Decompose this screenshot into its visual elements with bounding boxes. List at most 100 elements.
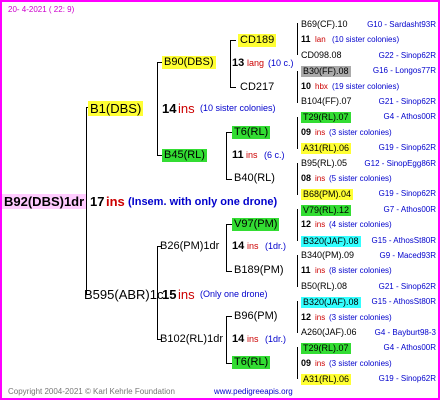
gen4-count: 12 xyxy=(301,219,312,230)
gen4-origin: G21 - Sinop62R xyxy=(378,281,436,291)
gen4-queen[interactable]: B104(FF).07 xyxy=(301,97,352,106)
gen3-queen[interactable]: CD189 xyxy=(238,34,277,47)
gen4-queen[interactable]: T29(RL).07 xyxy=(301,112,351,124)
gen4-origin: G15 - AthosSt80R xyxy=(371,297,436,307)
connector xyxy=(297,117,298,149)
connector xyxy=(297,71,298,103)
gen3-queen[interactable]: T6(RL) xyxy=(232,356,271,369)
gen2-queen[interactable]: B45(RL) xyxy=(162,149,207,162)
gen2-note: (1dr.) xyxy=(265,334,287,344)
connector xyxy=(226,132,227,179)
gen4-queen[interactable]: A31(RL).06 xyxy=(301,143,352,155)
gen4-note: (8 sister colonies) xyxy=(329,266,392,276)
connector xyxy=(226,271,232,272)
gen1-queen[interactable]: B595(ABR)1c xyxy=(84,288,163,301)
date-header: 20- 4-2021 ( 22: 9) xyxy=(8,5,75,14)
gen4-origin: G4 - Athos00R xyxy=(383,343,436,353)
gen4-queen[interactable]: A31(RL).06 xyxy=(301,374,352,386)
gen4-queen[interactable]: B320(JAF).08 xyxy=(301,297,361,309)
gen2-note: (6 c.) xyxy=(264,150,285,160)
gen3-queen[interactable]: CD217 xyxy=(240,82,274,93)
gen3-queen[interactable]: B40(RL) xyxy=(234,173,275,184)
gen4-origin: G22 - Sinop62R xyxy=(378,50,436,60)
gen2-queen[interactable]: B90(DBS) xyxy=(162,56,216,69)
connector xyxy=(157,62,158,155)
connector xyxy=(226,179,232,180)
gen4-origin: G16 - Longos77R xyxy=(372,66,436,76)
gen4-count: 09 xyxy=(301,357,312,368)
gen2-queen[interactable]: B26(PM)1dr xyxy=(160,241,219,252)
gen4-note: (3 sister colonies) xyxy=(329,358,392,368)
gen4-ins: ins xyxy=(315,127,326,137)
gen4-origin: G21 - Sinop62R xyxy=(378,97,436,106)
gen4-ins: ins xyxy=(315,358,326,368)
gen4-origin: G19 - Sinop62R xyxy=(378,189,436,199)
gen4-ins: ins xyxy=(315,312,326,322)
connector xyxy=(226,224,227,271)
connector xyxy=(297,255,298,287)
connector xyxy=(297,347,298,379)
connector xyxy=(226,316,232,317)
gen4-origin: G7 - Athos00R xyxy=(383,204,436,214)
gen4-queen[interactable]: CD098.08 xyxy=(301,50,342,60)
root-queen[interactable]: B92(DBS)1dr xyxy=(2,194,87,209)
gen4-ins: lan xyxy=(315,35,326,45)
gen2-count: 11 xyxy=(232,149,244,161)
connector xyxy=(230,40,236,41)
gen3-queen[interactable]: V97(PM) xyxy=(232,218,280,231)
gen2-ins: ins xyxy=(247,241,259,251)
connector xyxy=(226,316,227,363)
gen4-queen[interactable]: T29(RL).07 xyxy=(301,343,351,355)
gen1-count: 15 xyxy=(162,287,177,302)
gen2-ins: lang xyxy=(247,58,265,68)
connector xyxy=(297,163,298,195)
gen4-ins: ins xyxy=(315,174,326,183)
gen3-queen[interactable]: T6(RL) xyxy=(232,126,271,139)
gen2-count: 13 xyxy=(232,57,245,69)
gen4-count: 11 xyxy=(301,265,311,276)
gen4-ins: ins xyxy=(315,266,326,276)
gen4-origin: G4 - Athos00R xyxy=(383,112,436,122)
gen4-origin: G19 - Sinop62R xyxy=(378,374,436,384)
copyright: Copyright 2004-2021 © Karl Kehrle Founda… xyxy=(8,387,175,396)
connector xyxy=(230,40,231,87)
site-link[interactable]: www.pedigreeapis.org xyxy=(214,388,293,396)
gen1-queen[interactable]: B1(DBS) xyxy=(88,101,144,116)
root-ins: ins xyxy=(106,194,125,209)
gen4-count: 10 xyxy=(301,80,312,91)
gen3-queen[interactable]: B96(PM) xyxy=(234,311,277,322)
gen4-queen[interactable]: B340(PM).09 xyxy=(301,251,354,260)
gen1-note: (Only one drone) xyxy=(200,289,268,299)
gen4-note: (3 sister colonies) xyxy=(329,312,392,322)
gen4-origin: G9 - Maced93R xyxy=(379,251,436,260)
gen2-count: 14 xyxy=(232,333,245,345)
gen4-origin: G10 - Sardasht93R xyxy=(367,20,436,29)
gen1-ins: ins xyxy=(178,101,195,116)
gen2-count: 14 xyxy=(232,240,245,252)
gen2-queen[interactable]: B102(RL)1dr xyxy=(160,334,223,345)
gen4-note: (3 sister colonies) xyxy=(329,127,392,137)
gen4-note: (5 sister colonies) xyxy=(329,174,392,183)
gen4-queen[interactable]: B320(JAF).08 xyxy=(301,235,361,247)
gen4-queen[interactable]: B50(RL).08 xyxy=(301,281,347,291)
gen1-note: (10 sister colonies) xyxy=(200,103,276,113)
connector xyxy=(297,23,298,55)
gen4-queen[interactable]: B68(PM).04 xyxy=(301,189,354,201)
gen4-queen[interactable]: B69(CF).10 xyxy=(301,20,348,29)
gen4-queen[interactable]: V79(RL).12 xyxy=(301,204,352,216)
root-count: 17 xyxy=(90,194,105,209)
gen4-count: 08 xyxy=(301,173,312,183)
gen4-origin: G4 - Bayburt98-3 xyxy=(374,328,436,337)
gen4-queen[interactable]: B95(RL).05 xyxy=(301,158,347,168)
gen3-queen[interactable]: B189(PM) xyxy=(234,265,284,276)
gen4-origin: G15 - AthosSt80R xyxy=(371,235,436,245)
gen4-ins: ins xyxy=(315,220,326,230)
connector xyxy=(297,301,298,333)
connector xyxy=(230,87,236,88)
gen4-note: (4 sister colonies) xyxy=(329,220,392,230)
gen4-queen[interactable]: B30(FF).08 xyxy=(301,66,351,78)
gen4-count: 11 xyxy=(301,34,311,45)
gen2-note: (10 c.) xyxy=(268,58,294,68)
gen4-count: 12 xyxy=(301,311,312,322)
gen4-queen[interactable]: A260(JAF).06 xyxy=(301,328,357,337)
